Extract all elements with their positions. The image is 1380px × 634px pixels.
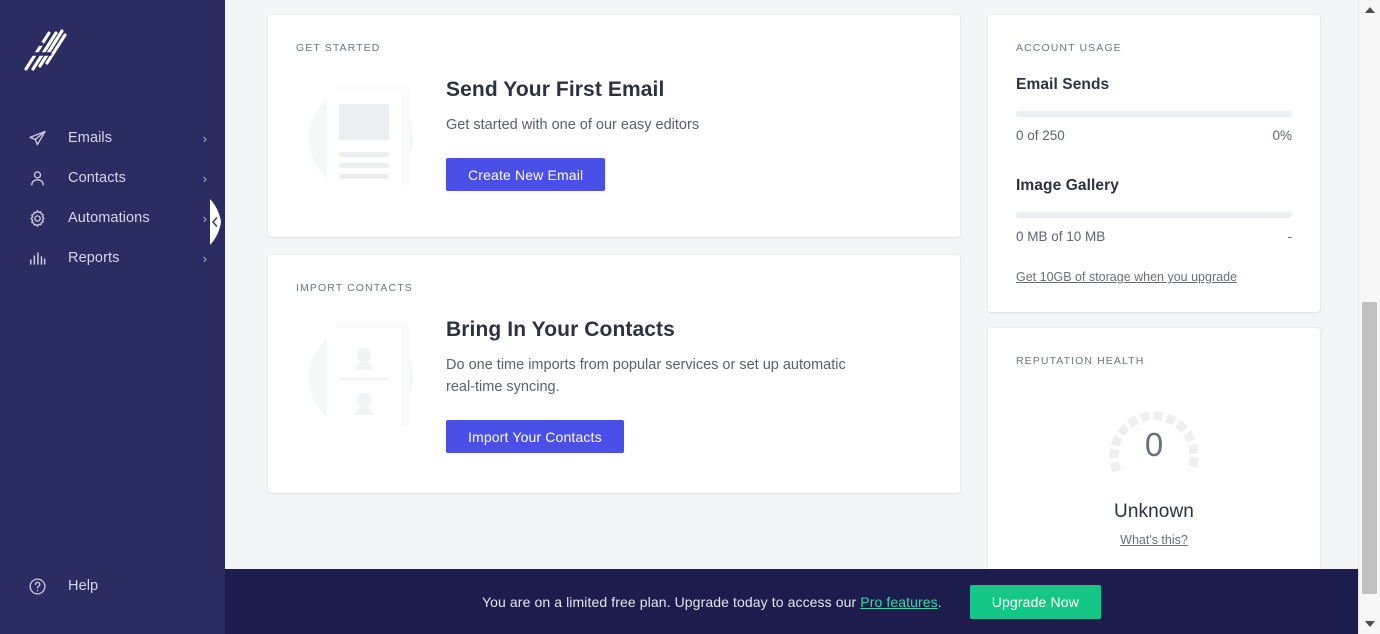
chevron-right-icon: › — [202, 250, 207, 266]
reputation-score: 0 — [1144, 425, 1164, 463]
usage-progress-track — [1016, 212, 1292, 218]
brand-logo-icon — [22, 29, 67, 71]
pro-features-link[interactable]: Pro features — [860, 594, 937, 610]
reputation-eyebrow: REPUTATION HEALTH — [1016, 355, 1145, 367]
import-contacts-title: Bring In Your Contacts — [446, 318, 675, 341]
sidebar-item-help[interactable]: Help — [0, 566, 225, 606]
banner-text-before: You are on a limited free plan. Upgrade … — [482, 593, 861, 610]
account-usage-body: Email Sends 0 of 250 0% Image Gallery 0 … — [988, 54, 1320, 312]
scroll-up-arrow-icon[interactable] — [1359, 0, 1380, 20]
usage-metric-row: 0 of 250 0% — [1016, 128, 1292, 143]
chevron-right-icon: › — [202, 210, 207, 226]
usage-metric-value: 0 of 250 — [1016, 128, 1065, 143]
banner-text-after: . — [937, 593, 942, 610]
import-contacts-eyebrow: IMPORT CONTACTS — [296, 282, 413, 294]
brand-logo[interactable] — [0, 0, 225, 96]
usage-progress-track — [1016, 111, 1292, 117]
get-started-body: Send Your First Email Get started with o… — [268, 54, 960, 237]
sidebar-item-label: Help — [68, 578, 99, 594]
reputation-body: 0 Unknown What's this? — [988, 367, 1320, 577]
chevron-left-icon — [210, 199, 221, 245]
reputation-health-card: REPUTATION HEALTH 0 Unknown What's this? — [988, 328, 1320, 577]
usage-metric-email-sends: Email Sends 0 of 250 0% — [1016, 76, 1292, 143]
usage-metric-row: 0 MB of 10 MB - — [1016, 229, 1292, 244]
import-your-contacts-button[interactable]: Import Your Contacts — [446, 420, 624, 453]
sidebar-item-label: Emails — [68, 130, 113, 146]
sidebar-item-reports[interactable]: Reports › — [0, 238, 225, 278]
document-illustration — [286, 66, 446, 201]
contact-card-illustration — [286, 306, 446, 441]
sidebar-item-label: Reports — [68, 250, 120, 266]
bar-chart-icon — [26, 247, 48, 269]
import-contacts-text: Bring In Your Contacts Do one time impor… — [446, 306, 930, 453]
scroll-down-arrow-icon[interactable] — [1359, 614, 1380, 634]
paper-plane-icon — [26, 127, 48, 149]
app-root: Emails › Contacts › Automations › Report… — [0, 0, 1380, 634]
usage-metric-name: Email Sends — [1016, 76, 1110, 93]
scrollbar-thumb[interactable] — [1362, 302, 1377, 594]
import-contacts-body: Bring In Your Contacts Do one time impor… — [268, 294, 960, 493]
account-usage-eyebrow: ACCOUNT USAGE — [1016, 42, 1122, 54]
usage-metric-image-gallery: Image Gallery 0 MB of 10 MB - — [1016, 177, 1292, 244]
reputation-status: Unknown — [1114, 501, 1194, 522]
main-content: GET STARTED Send Your First Email Get st… — [225, 0, 1380, 634]
right-column: ACCOUNT USAGE Email Sends 0 of 250 0% Im… — [988, 15, 1320, 577]
question-circle-icon — [26, 575, 48, 597]
sidebar-nav: Emails › Contacts › Automations › Report… — [0, 118, 225, 278]
sidebar-item-emails[interactable]: Emails › — [0, 118, 225, 158]
import-contacts-subtitle: Do one time imports from popular service… — [446, 357, 846, 395]
sidebar-item-automations[interactable]: Automations › — [0, 198, 225, 238]
create-new-email-button[interactable]: Create New Email — [446, 158, 606, 191]
chevron-right-icon: › — [202, 130, 207, 146]
usage-metric-name: Image Gallery — [1016, 177, 1119, 194]
get-started-title: Send Your First Email — [446, 78, 665, 101]
sidebar: Emails › Contacts › Automations › Report… — [0, 0, 225, 634]
get-started-subtitle: Get started with one of our easy editors — [446, 117, 700, 133]
left-column: GET STARTED Send Your First Email Get st… — [268, 15, 960, 493]
usage-metric-percent: - — [1287, 229, 1293, 244]
chevron-right-icon: › — [202, 170, 207, 186]
sidebar-item-label: Contacts — [68, 170, 127, 186]
get-started-eyebrow: GET STARTED — [296, 42, 381, 54]
account-usage-card: ACCOUNT USAGE Email Sends 0 of 250 0% Im… — [988, 15, 1320, 312]
upgrade-banner-text: You are on a limited free plan. Upgrade … — [482, 594, 942, 610]
reputation-gauge: 0 — [1101, 395, 1207, 487]
storage-upgrade-link[interactable]: Get 10GB of storage when you upgrade — [1016, 270, 1237, 284]
get-started-card: GET STARTED Send Your First Email Get st… — [268, 15, 960, 237]
person-icon — [26, 167, 48, 189]
vertical-scrollbar[interactable] — [1358, 0, 1380, 634]
import-contacts-card: IMPORT CONTACTS Bring In Your Contacts D… — [268, 255, 960, 493]
sidebar-item-contacts[interactable]: Contacts › — [0, 158, 225, 198]
get-started-text: Send Your First Email Get started with o… — [446, 66, 930, 191]
content-columns: GET STARTED Send Your First Email Get st… — [225, 0, 1358, 634]
usage-metric-percent: 0% — [1272, 128, 1292, 143]
upgrade-now-button[interactable]: Upgrade Now — [969, 584, 1101, 619]
gear-icon — [26, 207, 48, 229]
upgrade-banner: You are on a limited free plan. Upgrade … — [225, 569, 1358, 634]
usage-metric-value: 0 MB of 10 MB — [1016, 229, 1106, 244]
reputation-whats-this-link[interactable]: What's this? — [1120, 533, 1188, 547]
sidebar-item-label: Automations — [68, 210, 150, 226]
sidebar-collapse-toggle[interactable] — [210, 199, 240, 245]
